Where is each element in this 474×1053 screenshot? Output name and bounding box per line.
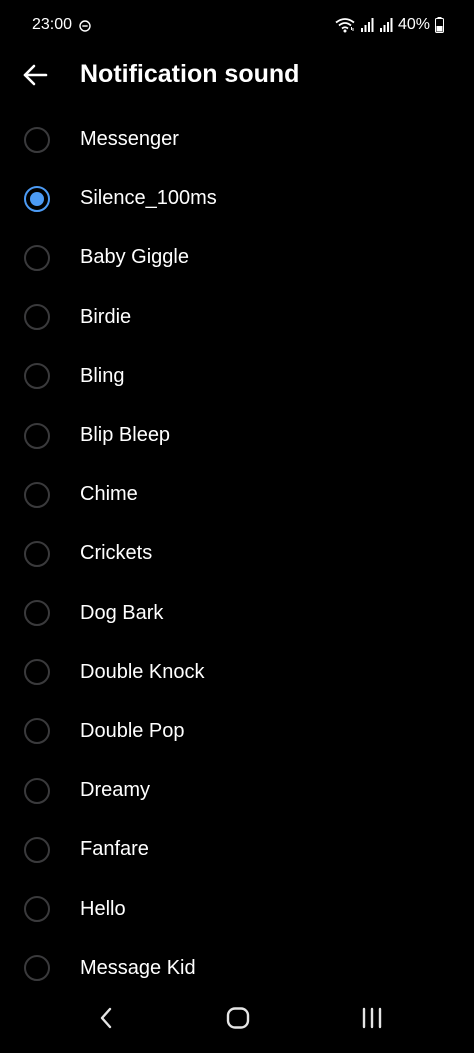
radio-button[interactable] xyxy=(24,955,50,982)
sound-option[interactable]: Dreamy xyxy=(0,761,474,820)
sound-option[interactable]: Silence_100ms xyxy=(0,169,474,228)
sound-option[interactable]: Double Knock xyxy=(0,643,474,702)
sound-list: Messenger Silence_100ms Baby Giggle Birdie B… xyxy=(0,110,474,998)
radio-button[interactable] xyxy=(24,126,50,153)
sound-option[interactable]: Blip Bleep xyxy=(0,406,474,465)
radio-button[interactable] xyxy=(24,422,50,449)
sound-option[interactable]: Hello xyxy=(0,879,474,938)
radio-button[interactable] xyxy=(24,363,50,390)
wifi-icon xyxy=(335,17,355,33)
sound-option[interactable]: Baby Giggle xyxy=(0,228,474,287)
nav-home-button[interactable] xyxy=(218,1005,258,1035)
battery-percent: 40% xyxy=(397,16,430,33)
radio-button[interactable] xyxy=(24,836,50,863)
nav-recents-button[interactable] xyxy=(352,1005,392,1035)
radio-button[interactable] xyxy=(24,244,50,271)
sound-option[interactable]: Chime xyxy=(0,465,474,524)
back-chevron-icon xyxy=(99,1007,113,1034)
home-icon xyxy=(226,1006,250,1034)
arrow-left-icon xyxy=(22,64,48,91)
sound-option-label: Dreamy xyxy=(80,779,151,802)
sound-option[interactable]: Messenger xyxy=(0,110,474,169)
app-bar: Notification sound xyxy=(0,52,474,96)
sound-option-label: Messenger xyxy=(80,128,179,151)
sound-option-label: Chime xyxy=(80,483,138,506)
radio-button[interactable] xyxy=(24,896,50,923)
sound-option-label: Silence_100ms xyxy=(80,187,217,210)
sound-option-label: Double Pop xyxy=(80,719,185,742)
radio-button-checked[interactable] xyxy=(24,185,50,212)
sound-option-label: Hello xyxy=(80,897,126,920)
sound-option-label: Fanfare xyxy=(80,838,149,861)
sound-option-label: Double Knock xyxy=(80,660,205,683)
page-title: Notification sound xyxy=(80,60,300,88)
sound-option[interactable]: Birdie xyxy=(0,288,474,347)
radio-button[interactable] xyxy=(24,777,50,804)
sound-option-label: Message Kid xyxy=(80,956,196,979)
sound-option[interactable]: Message Kid xyxy=(0,939,474,998)
sound-option-label: Dog Bark xyxy=(80,601,164,624)
signal-icon xyxy=(360,18,374,32)
do-not-disturb-icon xyxy=(79,19,91,32)
signal-icon xyxy=(379,18,393,32)
sound-option[interactable]: Bling xyxy=(0,347,474,406)
battery-icon xyxy=(435,17,444,33)
sound-option[interactable]: Dog Bark xyxy=(0,584,474,643)
sound-option[interactable]: Crickets xyxy=(0,524,474,583)
radio-button[interactable] xyxy=(24,304,50,331)
sound-option-label: Crickets xyxy=(80,542,153,565)
recents-icon xyxy=(360,1007,384,1034)
sound-option-label: Baby Giggle xyxy=(80,246,189,269)
status-time: 23:00 xyxy=(32,16,73,33)
sound-option-label: Bling xyxy=(80,364,125,387)
sound-option-label: Blip Bleep xyxy=(80,424,171,447)
navigation-bar xyxy=(0,995,474,1053)
radio-button[interactable] xyxy=(24,659,50,686)
radio-button[interactable] xyxy=(24,718,50,745)
status-bar: 23:00 40% xyxy=(0,0,474,52)
nav-back-button[interactable] xyxy=(86,1005,126,1035)
back-button[interactable] xyxy=(14,56,56,98)
sound-option[interactable]: Fanfare xyxy=(0,820,474,879)
radio-button[interactable] xyxy=(24,540,50,567)
sound-option-label: Birdie xyxy=(80,305,132,328)
radio-button[interactable] xyxy=(24,600,50,627)
radio-button[interactable] xyxy=(24,481,50,508)
sound-option[interactable]: Double Pop xyxy=(0,702,474,761)
status-left: 23:00 xyxy=(32,16,91,34)
status-right: 40% xyxy=(335,16,444,34)
